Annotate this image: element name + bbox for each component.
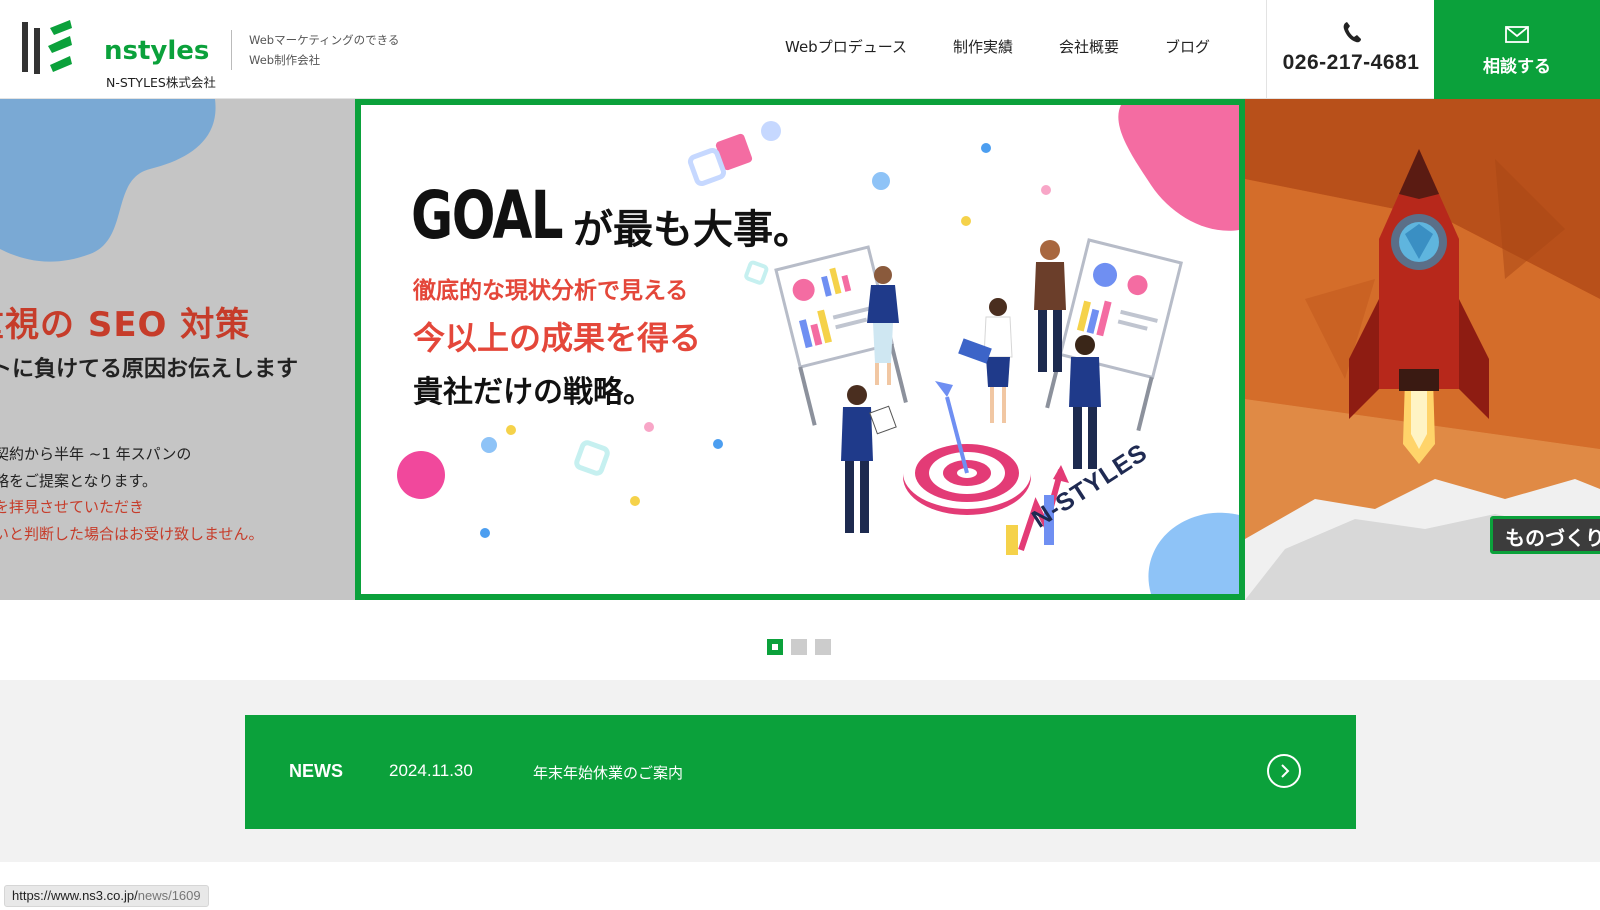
slide-previous-text: いと判断した場合はお受け致しません。 — [0, 525, 264, 543]
site-header: nstyles N-STYLES株式会社 Webマーケティングのできる Web制… — [0, 0, 1600, 99]
slider-pagination — [767, 639, 839, 655]
slide-previous-text: を拝見させていただき — [0, 498, 145, 516]
tagline-line-1: Webマーケティングのできる — [249, 33, 400, 47]
status-url-host: https://www.ns3.co.jp/ — [12, 888, 138, 903]
news-title[interactable]: 年末年始休業のご案内 — [533, 762, 683, 783]
status-url-tooltip: https://www.ns3.co.jp/news/1609 — [4, 885, 209, 907]
news-label: NEWS — [289, 761, 343, 781]
logo-wordmark: nstyles — [104, 36, 210, 66]
slide-active-line-3: 貴社だけの戦略。 — [413, 375, 653, 410]
slide-active[interactable]: GOAL が最も大事。 徹底的な現状分析で見える 今以上の成果を得る 貴社だけの… — [355, 99, 1245, 600]
slider-dot-2[interactable] — [791, 639, 807, 655]
goal-tagline: が最も大事。 — [573, 207, 813, 253]
company-name: N-STYLES株式会社 — [106, 75, 216, 90]
slide-next[interactable]: ものづくり — [1245, 99, 1600, 600]
nav-item-web-produce[interactable]: Webプロデュース — [785, 36, 907, 57]
slider-dot-3[interactable] — [815, 639, 831, 655]
whiteboard-right — [1045, 238, 1183, 432]
slide-previous-text: 契約から半年 ~1 年スパンの — [0, 445, 192, 463]
status-url-path: news/1609 — [137, 888, 201, 903]
person-3 — [1034, 240, 1066, 372]
slide-active-line-1: 徹底的な現状分析で見える — [413, 278, 689, 304]
slide-previous-subheading: トに負けてる原因お伝えします — [0, 357, 299, 382]
news-section: NEWS 2024.11.30 年末年始休業のご案内 — [0, 680, 1600, 862]
goal-word: GOAL — [411, 177, 564, 254]
logo-mark-icon — [22, 20, 72, 74]
tagline-line-2: Web制作会社 — [249, 53, 321, 67]
main-nav: Webプロデュース 制作実績 会社概要 ブログ — [785, 36, 1210, 57]
phone-contact[interactable]: 026-217-4681 — [1266, 0, 1434, 99]
slide-previous-text: 略をご提案となります。 — [0, 472, 158, 490]
slide-active-headline: GOAL が最も大事。 — [411, 177, 813, 254]
target — [903, 381, 1031, 515]
nav-item-company[interactable]: 会社概要 — [1059, 36, 1119, 57]
person-2 — [958, 298, 1013, 423]
slide-previous-heading: 重視の SEO 対策 — [0, 305, 251, 345]
slider-dot-1[interactable] — [767, 639, 783, 655]
person-5 — [841, 385, 897, 533]
news-item[interactable]: NEWS 2024.11.30 年末年始休業のご案内 — [245, 715, 1356, 829]
nav-item-works[interactable]: 制作実績 — [953, 36, 1013, 57]
phone-icon — [1343, 22, 1361, 43]
consult-button-label: 相談する — [1483, 57, 1551, 77]
slide-previous[interactable]: 重視の SEO 対策 トに負けてる原因お伝えします 契約から半年 ~1 年スパン… — [0, 99, 355, 600]
phone-number: 026-217-4681 — [1282, 51, 1420, 74]
slide-next-badge: ものづくり — [1490, 516, 1600, 554]
consult-button[interactable]: 相談する — [1434, 0, 1600, 99]
slide-active-line-2: 今以上の成果を得る — [413, 319, 702, 357]
tagline: Webマーケティングのできる Web制作会社 — [231, 30, 399, 70]
hero-slider: 重視の SEO 対策 トに負けてる原因お伝えします 契約から半年 ~1 年スパン… — [0, 99, 1600, 600]
nav-item-blog[interactable]: ブログ — [1165, 36, 1210, 57]
mail-icon — [1505, 26, 1529, 43]
news-date: 2024.11.30 — [389, 761, 473, 780]
chevron-right-icon[interactable] — [1267, 754, 1301, 788]
site-logo[interactable]: nstyles N-STYLES株式会社 — [20, 18, 216, 90]
